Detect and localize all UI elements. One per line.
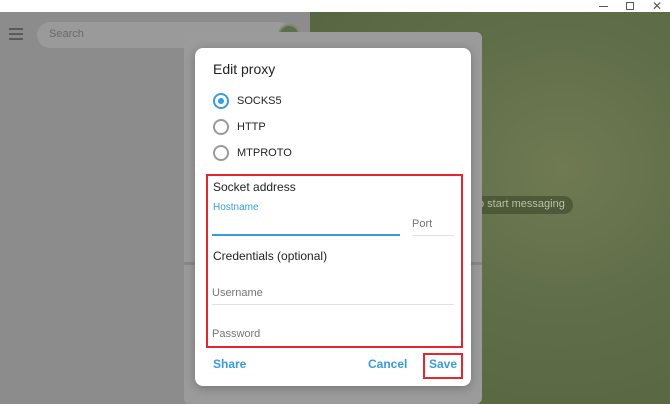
dialog-title: Edit proxy: [213, 61, 276, 77]
radio-http[interactable]: HTTP: [213, 118, 266, 136]
hostname-underline: [212, 234, 400, 236]
cancel-button[interactable]: Cancel: [368, 357, 407, 371]
radio-unchecked-icon: [213, 119, 229, 135]
radio-label-mtproto: MTPROTO: [237, 147, 292, 159]
window-titlebar: ✕: [0, 0, 670, 12]
maximize-button[interactable]: [617, 0, 643, 12]
search-placeholder: Search: [49, 28, 84, 40]
radio-label-socks5: SOCKS5: [237, 95, 282, 107]
radio-unchecked-icon: [213, 145, 229, 161]
close-icon: ✕: [651, 0, 663, 13]
close-window-button[interactable]: ✕: [644, 0, 670, 12]
hamburger-menu-icon[interactable]: [9, 28, 23, 40]
minimize-button[interactable]: [590, 0, 616, 12]
edit-proxy-dialog: Edit proxy SOCKS5 HTTP MTPROTO Socket ad…: [195, 48, 471, 386]
password-input[interactable]: [212, 326, 452, 342]
maximize-icon: [626, 2, 634, 10]
credentials-heading: Credentials (optional): [213, 249, 328, 263]
radio-socks5[interactable]: SOCKS5: [213, 92, 282, 110]
hostname-input[interactable]: [212, 216, 398, 232]
username-input[interactable]: [212, 285, 452, 301]
radio-label-http: HTTP: [237, 121, 266, 133]
minimize-icon: [598, 5, 608, 7]
username-underline: [212, 304, 454, 305]
share-button[interactable]: Share: [213, 357, 246, 371]
port-input[interactable]: [412, 216, 452, 232]
save-button[interactable]: Save: [429, 357, 457, 371]
radio-checked-icon: [213, 93, 229, 109]
empty-chat-hint: o start messaging: [470, 196, 573, 214]
port-underline: [412, 235, 454, 236]
radio-mtproto[interactable]: MTPROTO: [213, 144, 292, 162]
socket-address-heading: Socket address: [213, 180, 296, 194]
hostname-label: Hostname: [213, 202, 259, 213]
